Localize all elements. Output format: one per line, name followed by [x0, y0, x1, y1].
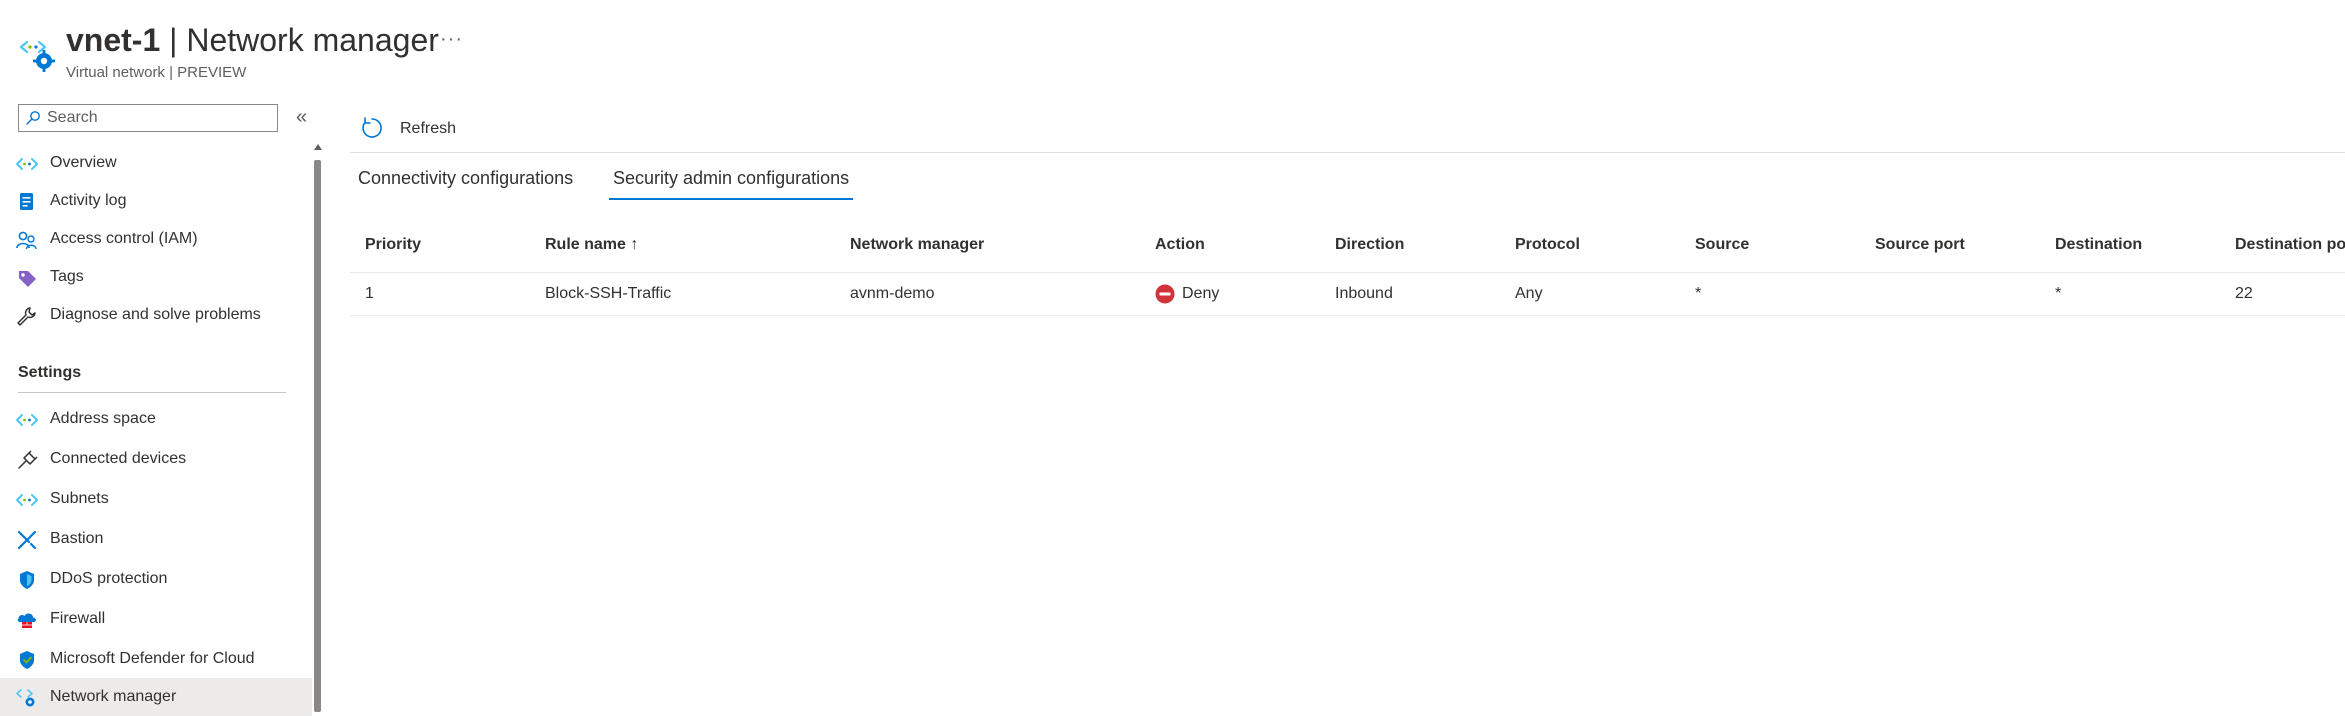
sidebar-item-label: Bastion — [50, 530, 104, 547]
sidebar-item-label: Overview — [50, 154, 117, 171]
sidebar-item-label: Access control (IAM) — [50, 230, 198, 247]
sidebar-item-firewall[interactable]: Firewall — [0, 600, 312, 638]
sidebar-item-connected-devices[interactable]: Connected devices — [0, 440, 312, 478]
action-label: Deny — [1182, 285, 1220, 302]
blade-title: Network manager — [186, 22, 439, 58]
cell-protocol: Any — [1515, 285, 1543, 302]
toolbar-divider — [350, 152, 2345, 153]
menu-search-box[interactable] — [18, 104, 278, 132]
column-header-priority[interactable]: Priority — [365, 236, 421, 254]
column-header-rule-name[interactable]: Rule name ↑ — [545, 236, 638, 254]
sidebar-item-network-manager[interactable]: Network manager — [0, 678, 312, 716]
column-header-protocol[interactable]: Protocol — [1515, 236, 1580, 254]
main-content: Refresh Connectivity configurations Secu… — [350, 100, 2345, 712]
vnet-icon — [16, 158, 38, 170]
refresh-label: Refresh — [400, 120, 457, 137]
table-header: Priority Rule name ↑ Network manager Act… — [350, 220, 2345, 273]
tab-security-admin-configurations[interactable]: Security admin configurations — [609, 164, 854, 202]
sidebar-item-diagnose[interactable]: Diagnose and solve problems — [0, 296, 312, 334]
sidebar-item-label: Diagnose and solve problems — [50, 306, 261, 323]
vnet-icon — [16, 414, 38, 426]
column-header-direction[interactable]: Direction — [1335, 236, 1404, 254]
sort-ascending-icon: ↑ — [630, 236, 639, 253]
column-header-action[interactable]: Action — [1155, 236, 1205, 254]
deny-icon — [1155, 284, 1175, 304]
column-header-source[interactable]: Source — [1695, 236, 1749, 254]
sidebar-item-label: Firewall — [50, 610, 106, 627]
sidebar-item-defender[interactable]: Microsoft Defender for Cloud — [0, 640, 312, 678]
title-separator: | — [160, 22, 187, 58]
sidebar-item-label: Microsoft Defender for Cloud — [50, 650, 255, 667]
sidebar-item-label: Connected devices — [50, 450, 187, 467]
tag-icon — [19, 271, 36, 287]
sidebar-item-label: DDoS protection — [50, 570, 168, 587]
cell-rule-name: Block-SSH-Traffic — [545, 285, 672, 302]
active-tab-indicator — [609, 198, 854, 200]
column-header-destination-port[interactable]: Destination po — [2235, 236, 2345, 254]
resource-name: vnet-1 — [66, 22, 161, 58]
defender-icon — [20, 651, 34, 669]
plug-icon — [18, 450, 38, 469]
wrench-icon — [17, 307, 36, 326]
tab-label: Security admin configurations — [613, 168, 850, 188]
firewall-icon — [17, 613, 36, 628]
cell-priority: 1 — [365, 285, 374, 302]
sidebar-item-tags[interactable]: Tags — [0, 258, 312, 296]
more-options-button[interactable]: ··· — [440, 28, 463, 51]
collapse-menu-button[interactable]: « — [296, 106, 307, 129]
section-title-settings: Settings — [18, 364, 82, 381]
tab-connectivity-configurations[interactable]: Connectivity configurations — [358, 164, 573, 202]
sidebar-item-address-space[interactable]: Address space — [0, 400, 312, 438]
sidebar-item-label: Address space — [50, 410, 156, 427]
resource-menu: « Overview Activity log Access control (… — [0, 100, 322, 716]
column-header-destination[interactable]: Destination — [2055, 236, 2142, 254]
page-title: vnet-1 | Network manager — [66, 22, 439, 59]
cell-destination: * — [2055, 285, 2062, 302]
cell-network-manager: avnm-demo — [850, 285, 935, 302]
scrollbar-thumb[interactable] — [314, 160, 321, 712]
sidebar-item-label: Network manager — [50, 688, 177, 705]
cell-destination-port: 22 — [2235, 285, 2253, 302]
search-input[interactable] — [47, 107, 271, 129]
search-icon — [26, 111, 40, 125]
table-row[interactable]: 1 Block-SSH-Traffic avnm-demo Deny Inbou… — [350, 273, 2345, 316]
column-header-label: Rule name — [545, 236, 626, 253]
column-header-source-port[interactable]: Source port — [1875, 236, 1965, 254]
tab-label: Connectivity configurations — [358, 168, 574, 188]
page-subtitle: Virtual network | PREVIEW — [66, 64, 247, 81]
network-manager-icon — [16, 689, 35, 707]
sidebar-item-overview[interactable]: Overview — [0, 144, 312, 182]
menu-scrollbar[interactable] — [313, 100, 322, 712]
sidebar-item-access-control[interactable]: Access control (IAM) — [0, 220, 312, 258]
sidebar-item-activity-log[interactable]: Activity log — [0, 182, 312, 220]
network-manager-icon — [19, 40, 55, 72]
shield-icon — [20, 571, 34, 589]
iam-icon — [16, 231, 37, 250]
sidebar-item-label: Activity log — [50, 192, 127, 209]
scroll-up-arrow-icon[interactable] — [314, 144, 322, 150]
bastion-icon — [17, 530, 37, 550]
column-header-network-manager[interactable]: Network manager — [850, 236, 984, 254]
sidebar-item-subnets[interactable]: Subnets — [0, 480, 312, 518]
sidebar-item-ddos-protection[interactable]: DDoS protection — [0, 560, 312, 598]
section-divider — [18, 392, 286, 393]
sidebar-item-bastion[interactable]: Bastion — [0, 520, 312, 558]
sidebar-item-label: Tags — [50, 268, 84, 285]
activity-log-icon — [20, 193, 33, 210]
page-header: vnet-1 | Network manager Virtual network… — [0, 0, 2345, 96]
cell-source: * — [1695, 285, 1702, 302]
sidebar-item-label: Subnets — [50, 490, 109, 507]
refresh-icon — [362, 117, 382, 138]
vnet-icon — [16, 494, 38, 506]
cell-direction: Inbound — [1335, 285, 1393, 302]
